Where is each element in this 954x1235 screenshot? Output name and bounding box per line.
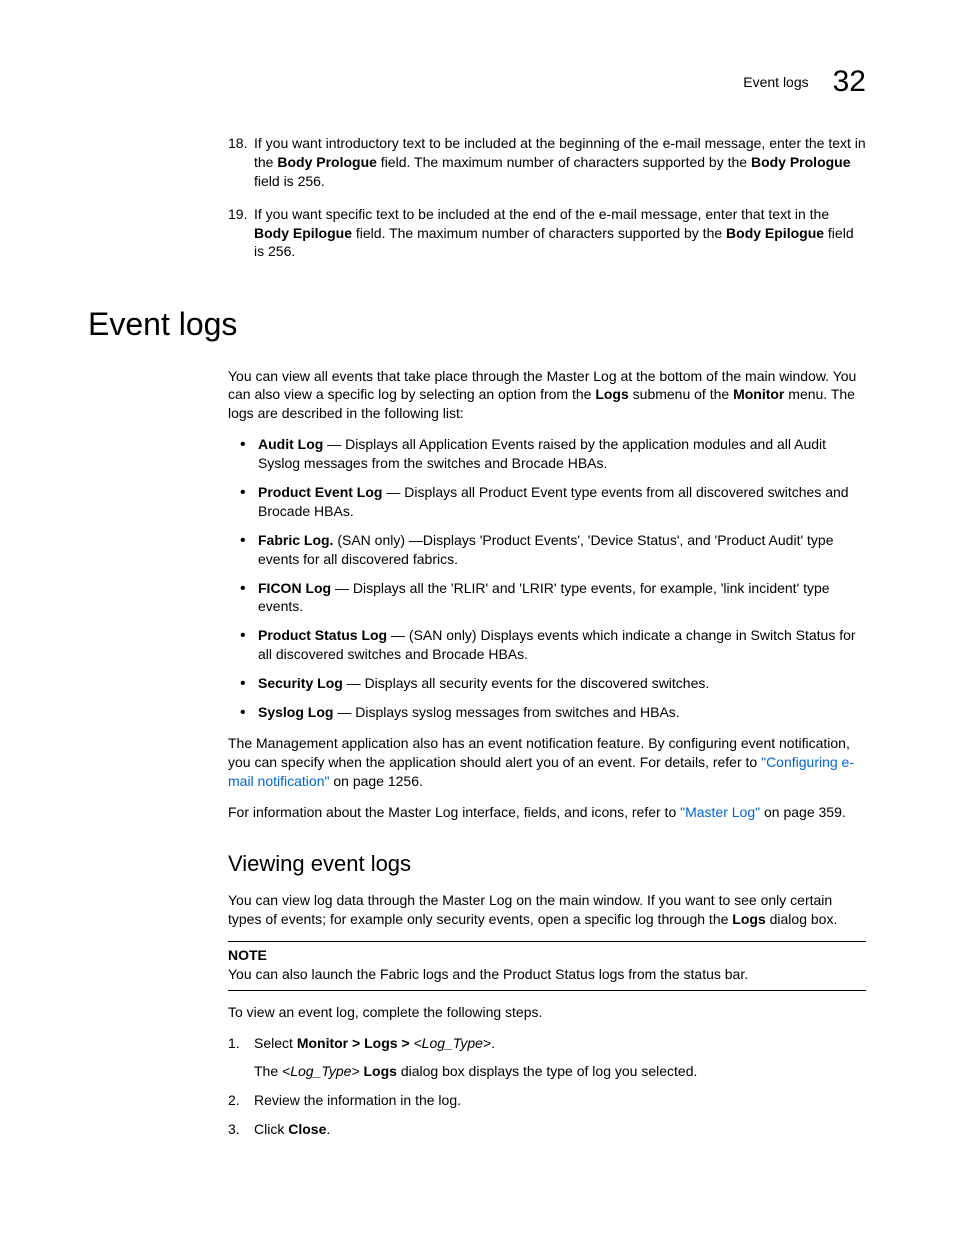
intro-paragraph: You can view all events that take place …: [228, 367, 866, 424]
page-header: Event logs 32: [743, 62, 866, 103]
step-body: If you want introductory text to be incl…: [254, 134, 866, 191]
list-item: Fabric Log. (SAN only) —Displays 'Produc…: [228, 531, 866, 569]
steps-intro: To view an event log, complete the follo…: [228, 1003, 866, 1022]
list-item: Product Event Log — Displays all Product…: [228, 483, 866, 521]
step-body: Review the information in the log.: [254, 1091, 461, 1110]
step-item: 1. Select Monitor > Logs > <Log_Type>. T…: [228, 1034, 866, 1082]
note-text: You can also launch the Fabric logs and …: [228, 965, 866, 984]
step-number: 3.: [228, 1120, 254, 1139]
log-types-list: Audit Log — Displays all Application Eve…: [228, 435, 866, 722]
step-item: 2. Review the information in the log.: [228, 1091, 866, 1110]
list-item: Audit Log — Displays all Application Eve…: [228, 435, 866, 473]
subsection-heading-viewing: Viewing event logs: [228, 849, 866, 879]
step-number: 19.: [228, 205, 254, 262]
step-number: 1.: [228, 1034, 254, 1082]
list-item: Syslog Log — Displays syslog messages fr…: [228, 703, 866, 722]
list-item: FICON Log — Displays all the 'RLIR' and …: [228, 579, 866, 617]
link-master-log[interactable]: "Master Log": [680, 804, 760, 820]
step-18: 18. If you want introductory text to be …: [228, 134, 866, 191]
step-number: 18.: [228, 134, 254, 191]
notification-paragraph: The Management application also has an e…: [228, 734, 866, 791]
note-rule-top: [228, 941, 866, 942]
steps-list: 1. Select Monitor > Logs > <Log_Type>. T…: [228, 1034, 866, 1140]
step-body: If you want specific text to be included…: [254, 205, 866, 262]
note-rule-bottom: [228, 990, 866, 991]
viewing-intro: You can view log data through the Master…: [228, 891, 866, 929]
page-content: 18. If you want introductory text to be …: [0, 0, 954, 1139]
step-body: Click Close.: [254, 1120, 330, 1139]
section-heading-event-logs: Event logs: [88, 303, 866, 346]
masterlog-paragraph: For information about the Master Log int…: [228, 803, 866, 822]
step-19: 19. If you want specific text to be incl…: [228, 205, 866, 262]
step-item: 3. Click Close.: [228, 1120, 866, 1139]
step-number: 2.: [228, 1091, 254, 1110]
chapter-number: 32: [833, 62, 866, 103]
note-label: NOTE: [228, 946, 866, 965]
note-box: NOTE You can also launch the Fabric logs…: [228, 941, 866, 991]
step-body: Select Monitor > Logs > <Log_Type>. The …: [254, 1034, 697, 1082]
list-item: Security Log — Displays all security eve…: [228, 674, 866, 693]
list-item: Product Status Log — (SAN only) Displays…: [228, 626, 866, 664]
header-title: Event logs: [743, 73, 808, 92]
